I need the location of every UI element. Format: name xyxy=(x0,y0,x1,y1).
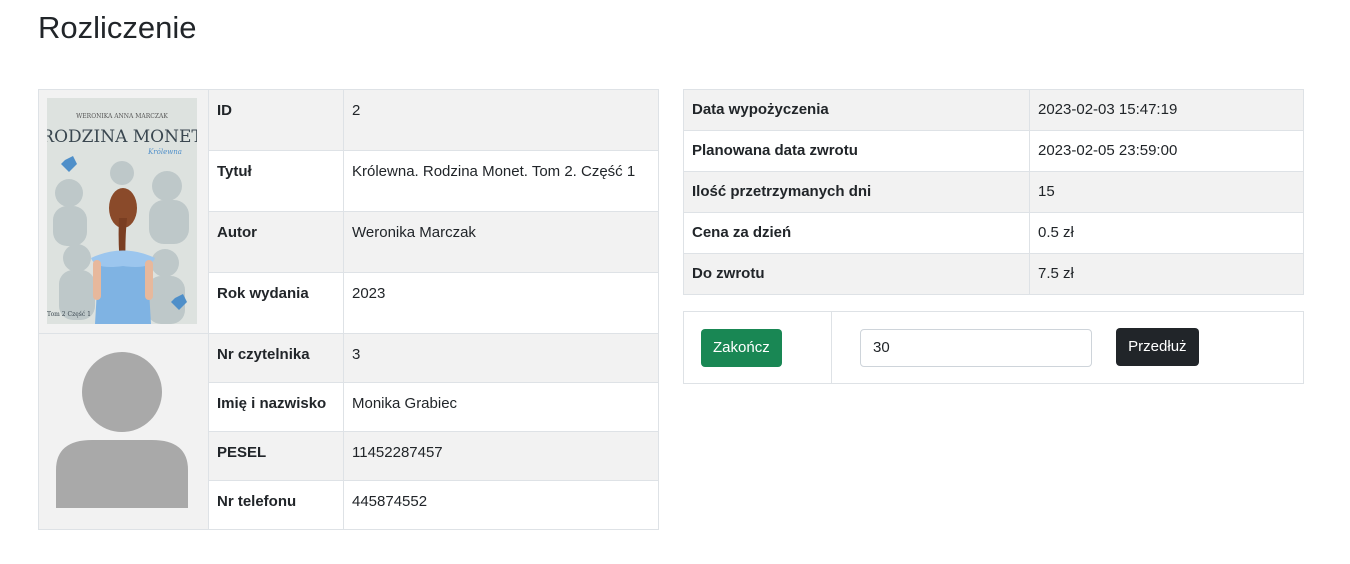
actions-table: Zakończ Przedłuż xyxy=(683,311,1304,384)
extend-days-input[interactable] xyxy=(860,328,1092,367)
due-date-label: Planowana data zwrotu xyxy=(683,130,1030,172)
overdue-days-value: 15 xyxy=(1029,171,1304,213)
table-row: Ilość przetrzymanych dni 15 xyxy=(683,171,1304,213)
svg-text:RODZINA MONET: RODZINA MONET xyxy=(47,127,197,147)
table-row: Cena za dzień 0.5 zł xyxy=(683,212,1304,254)
year-label: Rok wydania xyxy=(208,272,344,334)
name-label: Imię i nazwisko xyxy=(208,382,344,432)
reader-id-label: Nr czytelnika xyxy=(208,333,344,383)
table-row: Nr czytelnika 3 xyxy=(38,333,659,530)
pesel-label: PESEL xyxy=(208,431,344,481)
book-cover-image: WERONIKA ANNA MARCZAK RODZINA MONET Król… xyxy=(47,98,197,324)
user-silhouette-icon xyxy=(56,352,188,508)
svg-text:WERONIKA ANNA MARCZAK: WERONIKA ANNA MARCZAK xyxy=(76,113,168,120)
daily-price-label: Cena za dzień xyxy=(683,212,1030,254)
pesel-value: 11452287457 xyxy=(343,431,659,481)
table-row: Do zwrotu 7.5 zł xyxy=(683,253,1304,295)
loan-info-table: Data wypożyczenia 2023-02-03 15:47:19 Pl… xyxy=(683,89,1304,295)
reader-avatar-cell xyxy=(38,333,209,530)
id-value: 2 xyxy=(343,89,659,151)
reader-id-value: 3 xyxy=(343,333,659,383)
book-cover-cell: WERONIKA ANNA MARCZAK RODZINA MONET Król… xyxy=(38,89,209,334)
author-value: Weronika Marczak xyxy=(343,211,659,273)
id-label: ID xyxy=(208,89,344,151)
title-value: Królewna. Rodzina Monet. Tom 2. Część 1 xyxy=(343,150,659,212)
title-label: Tytuł xyxy=(208,150,344,212)
svg-text:Królewna: Królewna xyxy=(147,148,182,156)
table-row: Planowana data zwrotu 2023-02-05 23:59:0… xyxy=(683,130,1304,172)
book-cover-art: WERONIKA ANNA MARCZAK RODZINA MONET Król… xyxy=(47,98,197,324)
avatar xyxy=(47,342,197,518)
author-label: Autor xyxy=(208,211,344,273)
page-title: Rozliczenie xyxy=(38,10,197,45)
due-date-value: 2023-02-05 23:59:00 xyxy=(1029,130,1304,172)
loan-date-value: 2023-02-03 15:47:19 xyxy=(1029,89,1304,131)
name-value: Monika Grabiec xyxy=(343,382,659,432)
extend-button[interactable]: Przedłuż xyxy=(1116,328,1199,367)
table-row: Zakończ Przedłuż xyxy=(683,311,1304,384)
table-row: WERONIKA ANNA MARCZAK RODZINA MONET Król… xyxy=(38,89,659,334)
finish-cell: Zakończ xyxy=(683,311,832,384)
year-value: 2023 xyxy=(343,272,659,334)
daily-price-value: 0.5 zł xyxy=(1029,212,1304,254)
phone-label: Nr telefonu xyxy=(208,480,344,530)
book-reader-table: WERONIKA ANNA MARCZAK RODZINA MONET Król… xyxy=(38,89,659,530)
svg-text:Tom 2 Część 1: Tom 2 Część 1 xyxy=(47,311,91,318)
overdue-days-label: Ilość przetrzymanych dni xyxy=(683,171,1030,213)
amount-due-value: 7.5 zł xyxy=(1029,253,1304,295)
finish-button[interactable]: Zakończ xyxy=(701,328,782,367)
table-row: Data wypożyczenia 2023-02-03 15:47:19 xyxy=(683,89,1304,131)
amount-due-label: Do zwrotu xyxy=(683,253,1030,295)
loan-date-label: Data wypożyczenia xyxy=(683,89,1030,131)
phone-value: 445874552 xyxy=(343,480,659,530)
extend-form: Przedłuż xyxy=(831,311,1304,384)
